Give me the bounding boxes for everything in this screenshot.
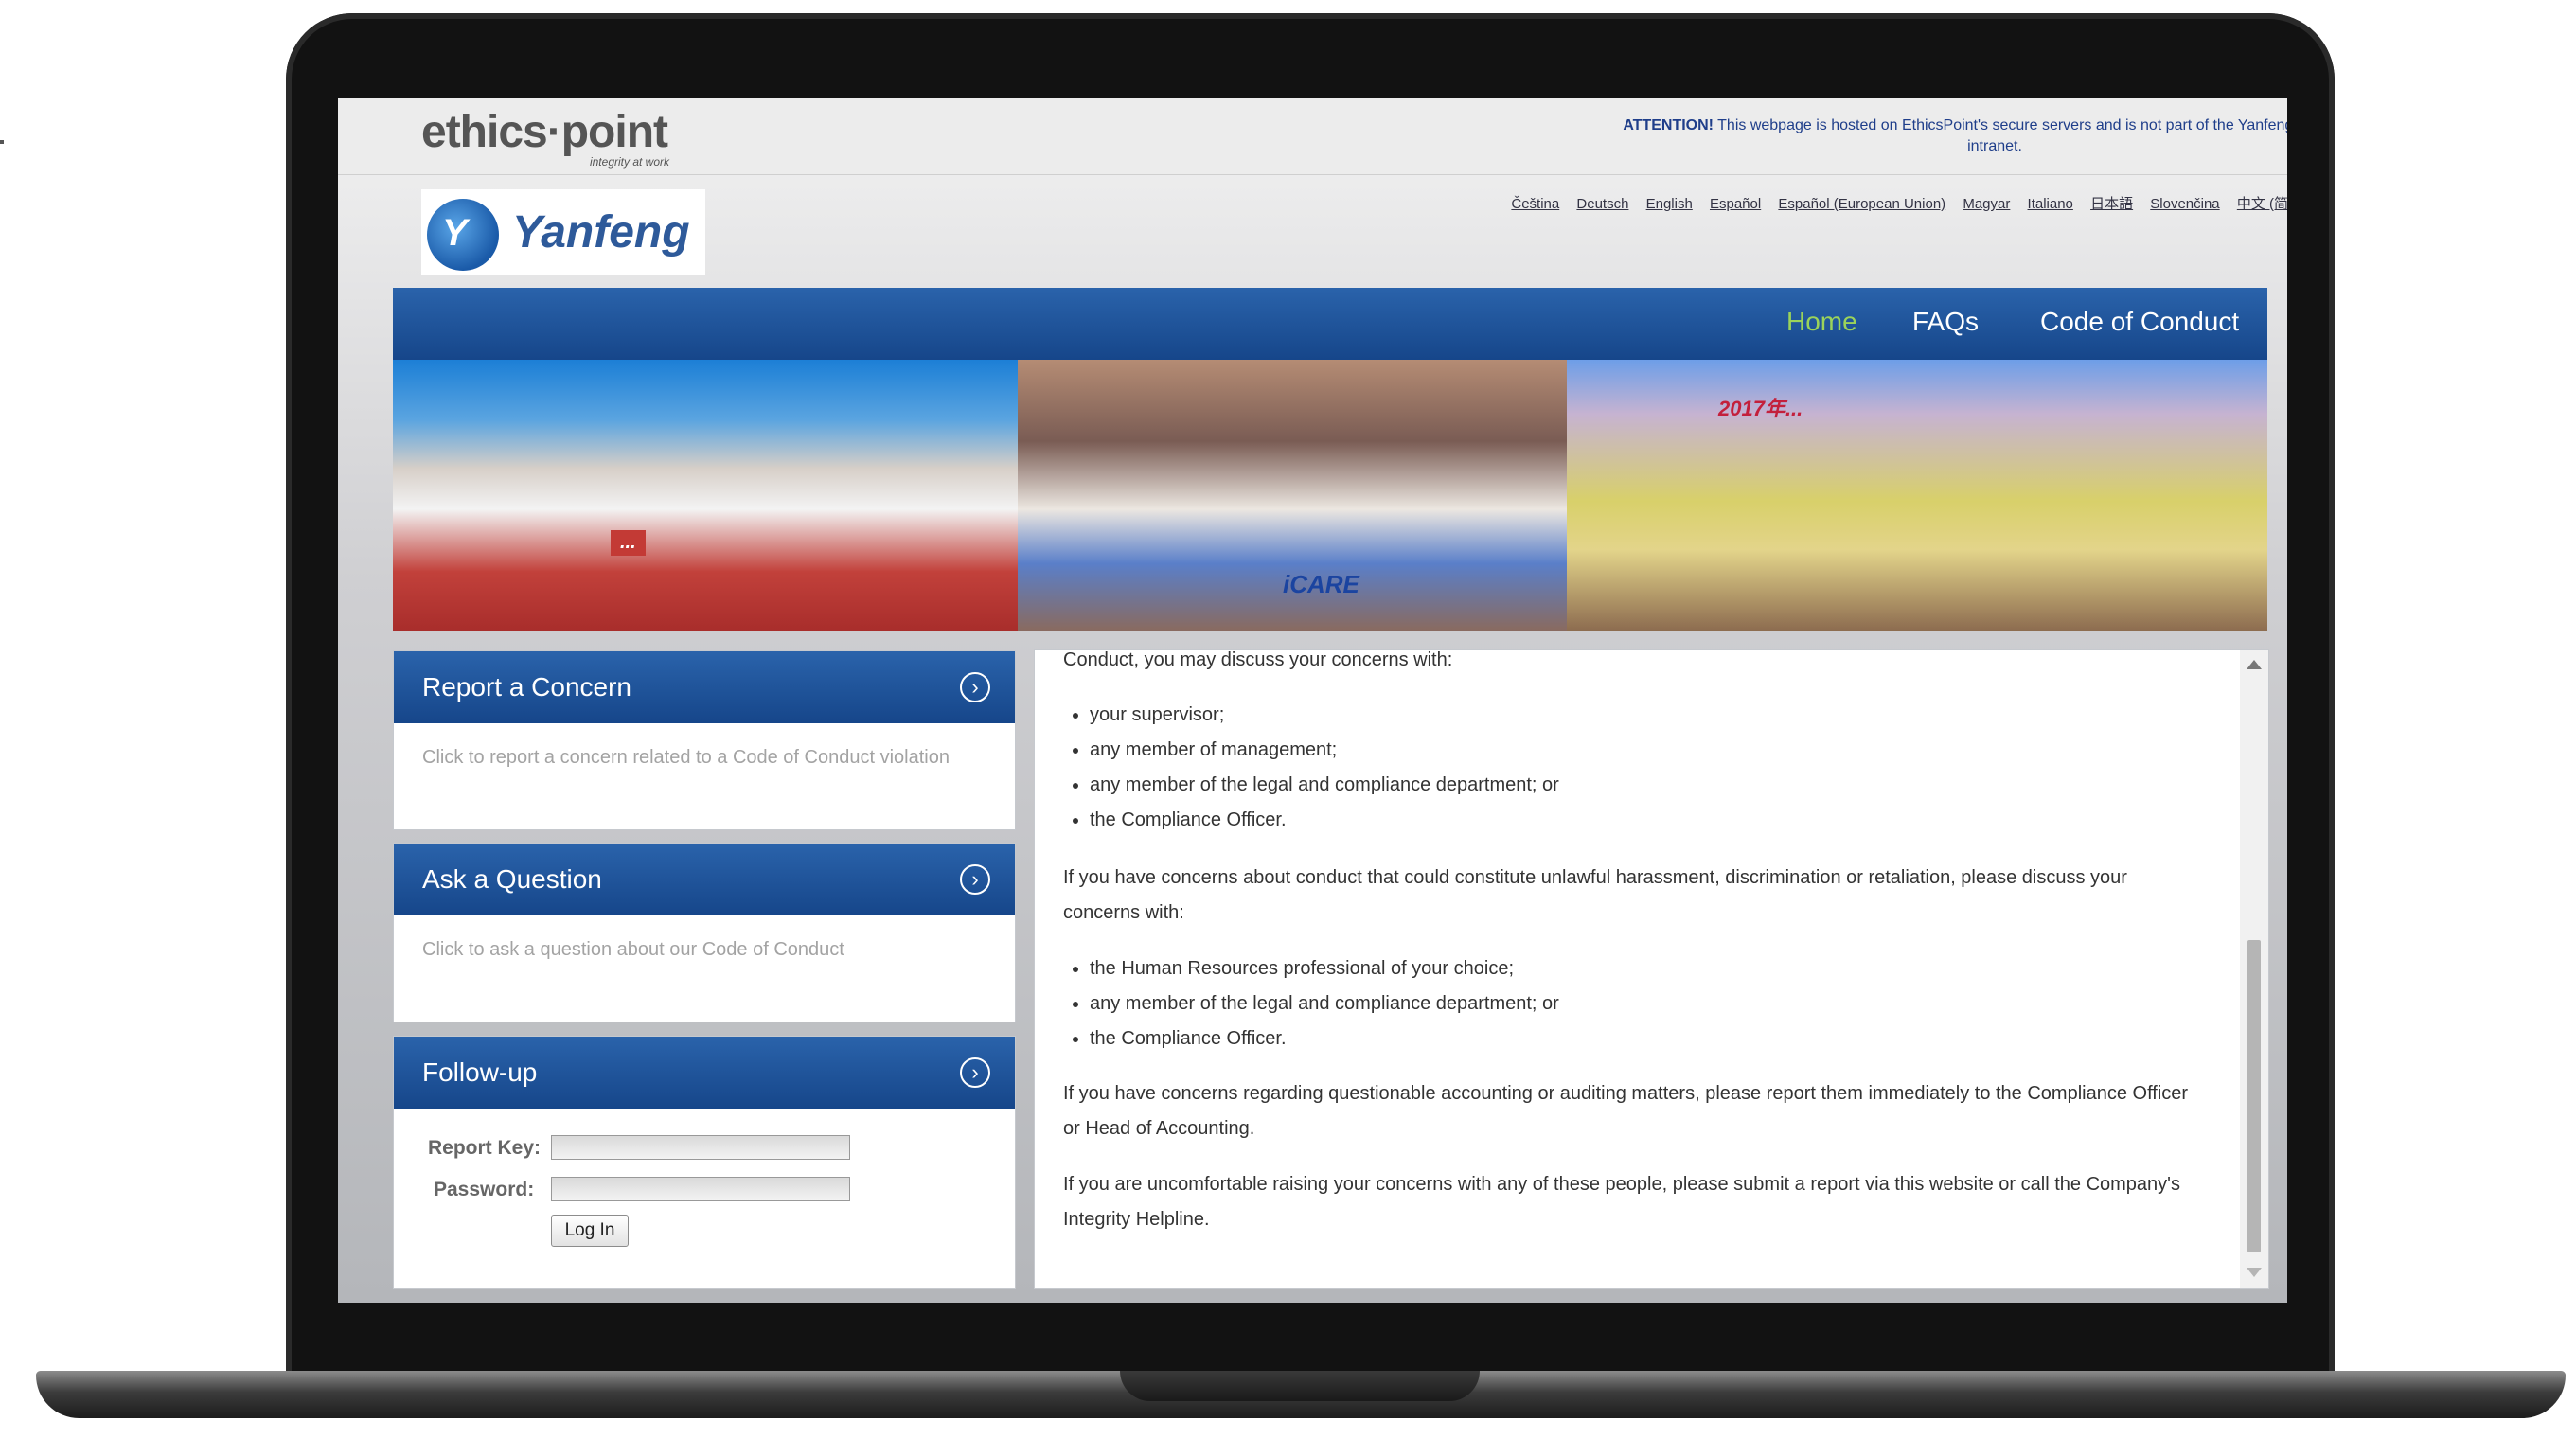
banner-photo-3-caption: 2017年... [1718,397,1803,420]
list-item: any member of the legal and compliance d… [1090,986,1559,1022]
attention-notice: ATTENTION! This webpage is hosted on Eth… [1597,115,2287,157]
scroll-down-icon[interactable] [2247,1268,2262,1277]
content-intro: Conduct, you may discuss your concerns w… [1063,649,1453,670]
scrollbar-thumb[interactable] [2247,940,2261,1252]
yanfeng-logo-word: Yanfeng [512,207,690,258]
ask-question-header[interactable]: Ask a Question › [394,844,1015,915]
ethicspoint-logo-tagline: integrity at work [589,155,669,169]
report-key-label: Report Key: [428,1137,542,1159]
language-selector: Čeština Deutsch English Español Español … [1379,193,2287,213]
follow-up-panel: Follow-up › Report Key: Password: Log In [393,1036,1016,1289]
lang-link-deutsch[interactable]: Deutsch [1576,196,1628,212]
ask-question-description: Click to ask a question about our Code o… [422,939,844,960]
chevron-right-circle-icon[interactable]: › [960,672,990,702]
password-label: Password: [434,1179,535,1200]
contacts-list-1: your supervisor; any member of managemen… [1063,698,1559,838]
yanfeng-logo-mark-icon: Y [427,199,499,271]
content-panel: Conduct, you may discuss your concerns w… [1034,649,2269,1289]
list-item: the Compliance Officer. [1090,803,1559,838]
list-item: any member of management; [1090,733,1559,768]
screen: ethics·point integrity at work ATTENTION… [338,98,2287,1303]
lang-link-magyar[interactable]: Magyar [1963,196,2010,212]
content-paragraph-3: If you have concerns regarding questiona… [1063,1083,2189,1139]
lang-link-english[interactable]: English [1646,196,1693,212]
list-item: your supervisor; [1090,698,1559,733]
report-concern-panel[interactable]: Report a Concern › Click to report a con… [393,650,1016,830]
banner-photo-1-caption: ... [611,530,646,556]
follow-up-title: Follow-up [422,1057,538,1087]
lang-link-cestina[interactable]: Čeština [1511,196,1559,212]
content-scrollbar[interactable] [2240,650,2268,1288]
chevron-right-circle-icon[interactable]: › [960,864,990,895]
lang-link-chinese[interactable]: 中文 (简体) [2237,196,2287,212]
ask-question-panel[interactable]: Ask a Question › Click to ask a question… [393,843,1016,1022]
top-bar: ethics·point integrity at work ATTENTION… [338,98,2287,175]
list-item: the Compliance Officer. [1090,1022,1559,1057]
content-paragraph-2: If you have concerns about conduct that … [1063,867,2127,923]
follow-up-header[interactable]: Follow-up › [394,1037,1015,1109]
ethicspoint-logo-word: ethics·point [421,107,668,157]
attention-text: This webpage is hosted on EthicsPoint's … [1717,117,2287,154]
list-item: any member of the legal and compliance d… [1090,768,1559,803]
list-item: the Human Resources professional of your… [1090,951,1559,986]
lang-link-italiano[interactable]: Italiano [2028,196,2073,212]
attention-label: ATTENTION! [1623,117,1714,133]
lang-link-espanol[interactable]: Español [1710,196,1761,212]
ask-question-title: Ask a Question [422,864,602,894]
yanfeng-logo-mark-letter: Y [442,212,468,254]
banner-photo-1: ... [393,360,1018,631]
login-button[interactable]: Log In [551,1215,629,1247]
lang-link-espanol-eu[interactable]: Español (European Union) [1778,196,1945,212]
nav-home[interactable]: Home [1786,307,1857,337]
report-key-input[interactable] [551,1135,850,1160]
banner: ... iCARE 2017年... [393,360,2267,631]
banner-photo-3: 2017年... [1567,360,2267,631]
banner-photo-2: iCARE [1018,360,1567,631]
scroll-up-icon[interactable] [2247,660,2262,669]
yanfeng-logo[interactable]: Y Yanfeng [421,189,705,275]
lang-link-japanese[interactable]: 日本語 [2090,196,2133,212]
password-input[interactable] [551,1177,850,1201]
nav-code-of-conduct[interactable]: Code of Conduct [2040,307,2239,337]
report-concern-description: Click to report a concern related to a C… [422,747,950,768]
main-nav: Home FAQs Code of Conduct [393,288,2267,360]
report-concern-header[interactable]: Report a Concern › [394,651,1015,723]
chevron-right-circle-icon[interactable]: › [960,1057,990,1088]
report-concern-title: Report a Concern [422,672,632,702]
nav-faqs[interactable]: FAQs [1912,307,1979,337]
lang-link-slovencina[interactable]: Slovenčina [2150,196,2219,212]
contacts-list-2: the Human Resources professional of your… [1063,951,1559,1057]
edge-mark [0,140,4,144]
banner-photo-2-caption: iCARE [1283,570,1359,598]
content-paragraph-4: If you are uncomfortable raising your co… [1063,1174,2180,1230]
laptop-notch [1120,1371,1480,1401]
ethicspoint-logo[interactable]: ethics·point integrity at work [421,106,669,169]
